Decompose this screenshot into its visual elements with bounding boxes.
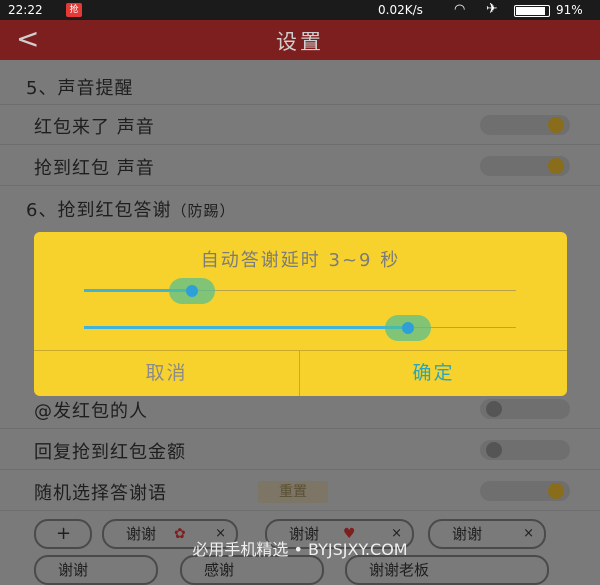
reset-button[interactable]: 重置 xyxy=(258,481,328,503)
confirm-button[interactable]: 确定 xyxy=(300,351,567,396)
section-thanks-text: 6、抢到红包答谢 xyxy=(26,200,172,221)
row-grab-sound[interactable]: 抢到红包 声音 xyxy=(0,145,600,186)
chip-label: 感谢 xyxy=(204,561,235,579)
max-slider-thumb-dot xyxy=(402,322,414,334)
network-speed: 0.02K/s xyxy=(378,3,423,17)
row-label: 随机选择答谢语 xyxy=(34,483,167,504)
row-label: 回复抢到红包金额 xyxy=(34,442,186,463)
dialog-title: 自动答谢延时 3~9 秒 xyxy=(200,250,401,271)
battery-icon xyxy=(514,5,550,17)
reply-amount-toggle[interactable] xyxy=(480,440,570,460)
status-time: 22:22 xyxy=(8,3,43,17)
row-label: @发红包的人 xyxy=(34,401,148,422)
section-sound-row xyxy=(0,64,600,105)
airplane-icon: ✈ xyxy=(486,1,498,17)
row-reply-amount[interactable]: 回复抢到红包金额 xyxy=(0,429,600,470)
chip-label: 谢谢 xyxy=(58,561,89,579)
row-label: 抢到红包 声音 xyxy=(34,158,155,179)
notification-badge: 抢 xyxy=(66,3,82,17)
random-thanks-toggle[interactable] xyxy=(480,481,570,501)
hb-sound-toggle[interactable] xyxy=(480,115,570,135)
wifi-icon: ◠ xyxy=(454,2,466,17)
row-random-thanks[interactable]: 随机选择答谢语 重置 xyxy=(0,470,600,511)
min-slider-thumb-dot xyxy=(186,285,198,297)
status-bar: 22:22 抢 0.02K/s ◠ ✈ 91% xyxy=(0,0,600,20)
watermark-text: 必用手机精选 • BYJSJXY.COM xyxy=(192,540,408,559)
section-thanks-note: （防踢） xyxy=(171,202,236,220)
delay-dialog: 自动答谢延时 3~9 秒 取消 确定 xyxy=(34,232,567,396)
max-slider-fill xyxy=(84,326,409,329)
row-label: 红包来了 声音 xyxy=(34,117,155,138)
row-hb-sound[interactable]: 红包来了 声音 xyxy=(0,104,600,145)
section-thanks-title: 6、抢到红包答谢（防踢） xyxy=(26,196,235,222)
title-bar: < 设置 xyxy=(0,20,600,60)
grab-sound-toggle[interactable] xyxy=(480,156,570,176)
at-sender-toggle[interactable] xyxy=(480,399,570,419)
page-title: 设置 xyxy=(276,30,324,54)
chip-label: 谢谢老板 xyxy=(369,561,430,579)
battery-percent: 91% xyxy=(556,3,583,17)
cancel-button[interactable]: 取消 xyxy=(34,351,299,396)
